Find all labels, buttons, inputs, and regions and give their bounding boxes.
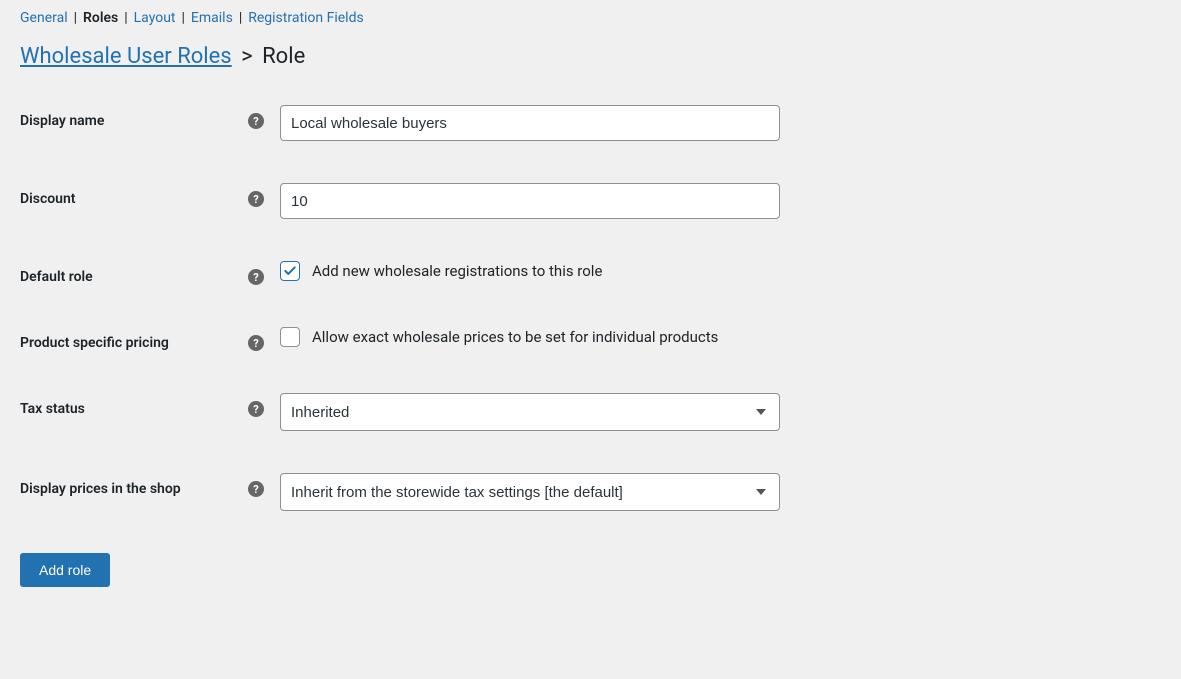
default-role-checkbox-label: Add new wholesale registrations to this … (312, 262, 602, 280)
default-role-checkbox[interactable] (280, 261, 300, 281)
help-icon[interactable]: ? (248, 191, 264, 207)
label-tax-status: Tax status ? (20, 393, 280, 417)
nav-separator: | (182, 10, 185, 26)
label-display-name: Display name ? (20, 105, 280, 129)
row-product-pricing: Product specific pricing ? Allow exact w… (20, 327, 1161, 351)
breadcrumb: Wholesale User Roles > Role (20, 44, 1161, 69)
tax-status-select[interactable]: Inherited (280, 393, 780, 431)
nav-separator: | (74, 10, 77, 26)
label-display-prices: Display prices in the shop ? (20, 473, 280, 497)
tab-emails[interactable]: Emails (191, 10, 233, 26)
nav-separator: | (124, 10, 127, 26)
help-icon[interactable]: ? (248, 113, 264, 129)
tab-roles[interactable]: Roles (83, 10, 118, 26)
help-icon[interactable]: ? (248, 269, 264, 285)
breadcrumb-parent-link[interactable]: Wholesale User Roles (20, 44, 232, 69)
nav-separator: | (239, 10, 242, 26)
breadcrumb-current: Role (262, 44, 305, 69)
help-icon[interactable]: ? (248, 335, 264, 351)
display-prices-select[interactable]: Inherit from the storewide tax settings … (280, 473, 780, 511)
role-form: Display name ? Discount ? Default role ?… (20, 105, 1161, 511)
breadcrumb-separator: > (241, 44, 253, 69)
tab-general[interactable]: General (20, 10, 68, 26)
nav-tabs: General | Roles | Layout | Emails | Regi… (20, 10, 1161, 26)
discount-input[interactable] (280, 183, 780, 219)
row-default-role: Default role ? Add new wholesale registr… (20, 261, 1161, 285)
row-discount: Discount ? (20, 183, 1161, 219)
tab-layout[interactable]: Layout (134, 10, 176, 26)
row-display-prices: Display prices in the shop ? Inherit fro… (20, 473, 1161, 511)
product-pricing-checkbox-label: Allow exact wholesale prices to be set f… (312, 328, 718, 346)
label-discount: Discount ? (20, 183, 280, 207)
product-pricing-checkbox[interactable] (280, 327, 300, 347)
row-tax-status: Tax status ? Inherited (20, 393, 1161, 431)
check-icon (283, 264, 297, 278)
help-icon[interactable]: ? (248, 481, 264, 497)
tab-registration-fields[interactable]: Registration Fields (248, 10, 363, 26)
row-display-name: Display name ? (20, 105, 1161, 141)
display-name-input[interactable] (280, 105, 780, 141)
add-role-button[interactable]: Add role (20, 553, 110, 587)
label-default-role: Default role ? (20, 261, 280, 285)
label-product-pricing: Product specific pricing ? (20, 327, 280, 351)
help-icon[interactable]: ? (248, 401, 264, 417)
